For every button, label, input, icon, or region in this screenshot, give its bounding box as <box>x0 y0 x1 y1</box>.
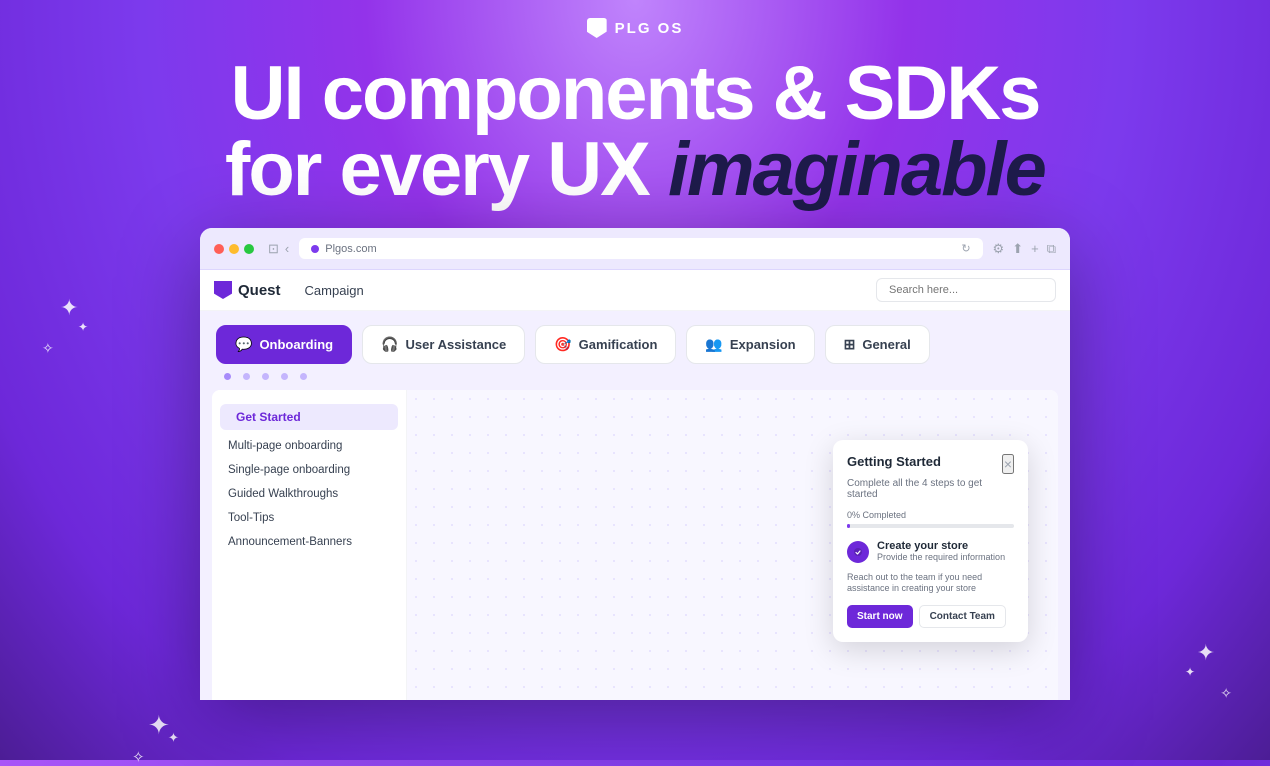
progress-bar-bg <box>847 524 1014 528</box>
app-area: Get Started Multi-page onboarding Single… <box>212 390 1058 700</box>
tab-onboarding-icon: 💬 <box>235 336 252 353</box>
hero-title: UI components & SDKs for every UX imagin… <box>225 56 1045 208</box>
tab-user-assistance-icon: 🎧 <box>381 336 398 353</box>
quest-logo-text: Quest <box>238 282 281 299</box>
tab-gamification-icon: 🎯 <box>554 336 571 353</box>
tab-expansion[interactable]: 👥 Expansion <box>686 325 814 364</box>
task-title: Create your store <box>877 540 1005 552</box>
inner-app-header: Quest Campaign <box>200 270 1070 311</box>
address-bar[interactable]: Plgos.com ↻ <box>299 238 982 259</box>
tab-dots-row <box>200 364 1070 380</box>
browser-window: ⊡ ‹ Plgos.com ↻ ⚙ ⬆ + ⧉ Quest <box>200 228 1070 700</box>
top-bar: PLG OS <box>587 0 684 38</box>
traffic-light-yellow[interactable] <box>229 244 239 254</box>
task-icon <box>847 541 869 563</box>
traffic-lights <box>214 244 254 254</box>
tab-navigation: 💬 Onboarding 🎧 User Assistance 🎯 Gamific… <box>200 311 1070 364</box>
start-now-button[interactable]: Start now <box>847 605 913 628</box>
quest-logo-icon <box>214 281 232 299</box>
sidebar-item-1[interactable]: Single-page onboarding <box>212 458 406 482</box>
tab-dot-0 <box>224 373 231 380</box>
favicon <box>311 245 319 253</box>
tab-expansion-label: Expansion <box>730 337 796 352</box>
hero-line2: for every UX imaginable <box>225 132 1045 208</box>
tab-user-assistance-label: User Assistance <box>406 337 507 352</box>
refresh-icon[interactable]: ↻ <box>961 242 970 255</box>
getting-started-card: Getting Started × Complete all the 4 ste… <box>833 440 1028 642</box>
share-icon[interactable]: ⬆ <box>1012 241 1023 257</box>
task-desc: Provide the required information <box>877 552 1005 564</box>
tab-dot-2 <box>262 373 269 380</box>
sidebar-section-header: Get Started <box>220 404 398 430</box>
tab-gamification[interactable]: 🎯 Gamification <box>535 325 676 364</box>
traffic-light-green[interactable] <box>244 244 254 254</box>
tab-dot-3 <box>281 373 288 380</box>
sidebar-item-0[interactable]: Multi-page onboarding <box>212 434 406 458</box>
window-icon: ⊡ <box>268 241 279 257</box>
tabs-icon[interactable]: ⧉ <box>1047 241 1056 257</box>
quest-logo: Quest <box>214 281 281 299</box>
tab-dot-4 <box>300 373 307 380</box>
progress-bar-fill <box>847 524 850 528</box>
tab-onboarding-label: Onboarding <box>259 337 333 352</box>
card-subtitle: Complete all the 4 steps to get started <box>847 478 1014 500</box>
campaign-label: Campaign <box>305 283 364 298</box>
sidebar-item-4[interactable]: Announcement-Banners <box>212 530 406 554</box>
tab-onboarding[interactable]: 💬 Onboarding <box>216 325 352 364</box>
add-tab-icon[interactable]: + <box>1031 241 1039 257</box>
card-buttons: Start now Contact Team <box>847 605 1014 628</box>
card-close-button[interactable]: × <box>1002 454 1014 474</box>
inner-app-left: Quest Campaign <box>214 281 364 299</box>
task-content: Create your store Provide the required i… <box>877 540 1005 564</box>
card-header: Getting Started × <box>847 454 1014 474</box>
task-help-text: Reach out to the team if you need assist… <box>847 572 1014 595</box>
task-item: Create your store Provide the required i… <box>847 540 1014 564</box>
search-input[interactable] <box>876 278 1056 302</box>
sidebar-item-2[interactable]: Guided Walkthroughs <box>212 482 406 506</box>
tab-general[interactable]: ⊞ General <box>825 325 930 364</box>
brand-logo-icon <box>587 18 607 38</box>
hero-line1: UI components & SDKs <box>225 56 1045 132</box>
contact-team-button[interactable]: Contact Team <box>919 605 1006 628</box>
tab-expansion-icon: 👥 <box>705 336 722 353</box>
tab-general-label: General <box>862 337 910 352</box>
settings-icon[interactable]: ⚙ <box>993 241 1005 257</box>
tab-general-icon: ⊞ <box>844 336 856 353</box>
browser-actions: ⚙ ⬆ + ⧉ <box>993 241 1056 257</box>
card-progress-label: 0% Completed <box>847 510 1014 520</box>
hero-line2-italic: imaginable <box>668 127 1045 212</box>
traffic-light-red[interactable] <box>214 244 224 254</box>
tab-dot-1 <box>243 373 250 380</box>
url-text: Plgos.com <box>325 243 376 255</box>
sidebar: Get Started Multi-page onboarding Single… <box>212 390 407 700</box>
browser-chrome: ⊡ ‹ Plgos.com ↻ ⚙ ⬆ + ⧉ <box>200 228 1070 270</box>
hero-section: UI components & SDKs for every UX imagin… <box>185 38 1085 228</box>
hero-line2-start: for every UX <box>225 127 668 212</box>
browser-nav-icons: ⊡ ‹ <box>268 241 289 257</box>
brand-logo-text: PLG OS <box>615 20 684 37</box>
back-button[interactable]: ‹ <box>285 241 289 256</box>
sidebar-item-3[interactable]: Tool-Tips <box>212 506 406 530</box>
main-content: Getting Started × Complete all the 4 ste… <box>407 390 1058 700</box>
tab-user-assistance[interactable]: 🎧 User Assistance <box>362 325 525 364</box>
tab-gamification-label: Gamification <box>579 337 658 352</box>
card-title: Getting Started <box>847 454 941 469</box>
